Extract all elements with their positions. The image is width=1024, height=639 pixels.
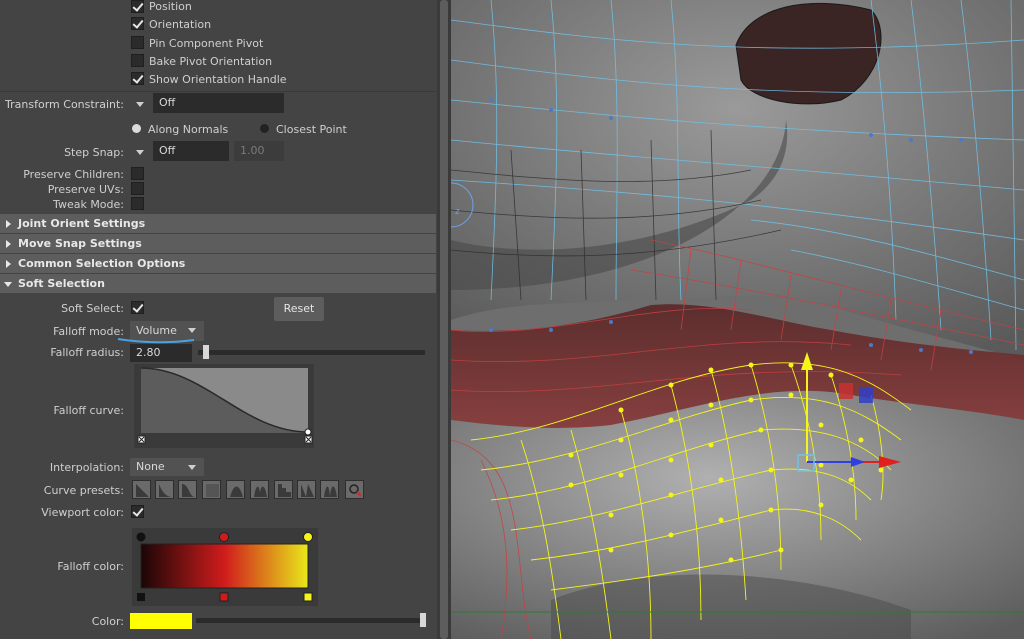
panel-scrollbar[interactable]: [437, 0, 451, 639]
falloff-radius-field[interactable]: 2.80: [130, 344, 192, 362]
viewport-color-checkbox[interactable]: [131, 505, 144, 518]
section-title: Move Snap Settings: [18, 237, 142, 250]
color-label: Color:: [91, 615, 124, 628]
falloff-curve-graph: [137, 367, 313, 444]
section-common-selection-options[interactable]: Common Selection Options: [0, 254, 436, 273]
scrollbar-thumb[interactable]: [440, 0, 448, 639]
step-snap-amount-field[interactable]: 1.00: [234, 141, 284, 161]
falloff-color-gradient: [136, 532, 313, 602]
pin-component-pivot-checkbox[interactable]: [131, 36, 144, 49]
divider: [0, 91, 436, 92]
soft-select-label: Soft Select:: [61, 302, 124, 315]
transform-constraint-dropdown[interactable]: Off: [153, 93, 284, 113]
show-orientation-handle-checkbox[interactable]: [131, 72, 144, 85]
falloff-curve-label: Falloff curve:: [53, 404, 124, 417]
interpolation-label: Interpolation:: [49, 461, 124, 474]
preserve-children-checkbox[interactable]: [131, 167, 144, 180]
falloff-radius-slider-handle[interactable]: [203, 345, 209, 359]
falloff-color-ramp[interactable]: [132, 528, 318, 606]
section-title: Soft Selection: [18, 277, 105, 290]
section-soft-selection[interactable]: Soft Selection: [0, 274, 436, 293]
falloff-radius-slider-track[interactable]: [198, 350, 425, 355]
tweak-mode-label: Tweak Mode:: [53, 198, 124, 211]
pin-component-pivot-label: Pin Component Pivot: [149, 37, 264, 50]
along-normals-label: Along Normals: [148, 123, 229, 136]
falloff-curve-editor[interactable]: [134, 364, 314, 448]
viewport-3d[interactable]: z: [451, 0, 1024, 639]
chevron-right-icon: [6, 260, 11, 268]
section-title: Common Selection Options: [18, 257, 186, 270]
reset-button[interactable]: Reset: [274, 297, 324, 321]
curve-preset-ease[interactable]: [155, 480, 174, 499]
preserve-uvs-label: Preserve UVs:: [47, 183, 124, 196]
curve-preset-custom[interactable]: [345, 480, 364, 499]
preserve-children-label: Preserve Children:: [23, 168, 124, 181]
position-checkbox[interactable]: [131, 0, 144, 13]
chevron-right-icon: [6, 240, 11, 248]
chevron-right-icon: [6, 220, 11, 228]
color-slider-handle[interactable]: [420, 613, 426, 627]
falloff-mode-label: Falloff mode:: [53, 325, 124, 338]
transform-constraint-label: Transform Constraint:: [5, 98, 124, 111]
color-slider-track[interactable]: [196, 618, 425, 623]
curve-preset-flat[interactable]: [202, 480, 221, 499]
show-orientation-handle-label: Show Orientation Handle: [149, 73, 287, 86]
preserve-uvs-checkbox[interactable]: [131, 182, 144, 195]
viewport-color-label: Viewport color:: [41, 506, 124, 519]
bake-pivot-orientation-label: Bake Pivot Orientation: [149, 55, 273, 68]
section-title: Joint Orient Settings: [18, 217, 146, 230]
closest-point-radio[interactable]: [260, 124, 269, 133]
closest-point-label: Closest Point: [276, 123, 347, 136]
color-swatch[interactable]: [130, 613, 192, 629]
chevron-down-icon: [4, 282, 12, 287]
falloff-radius-label: Falloff radius:: [50, 346, 124, 359]
curve-preset-steps[interactable]: [274, 480, 293, 499]
tool-settings-panel: Position Orientation Pin Component Pivot…: [0, 0, 437, 639]
orientation-checkbox[interactable]: [131, 17, 144, 30]
chevron-down-icon[interactable]: [136, 102, 144, 107]
curve-preset-double-bump[interactable]: [250, 480, 269, 499]
along-normals-radio[interactable]: [132, 124, 141, 133]
curve-preset-linear[interactable]: [132, 480, 151, 499]
curve-preset-ramp[interactable]: [297, 480, 316, 499]
curve-preset-wave[interactable]: [320, 480, 339, 499]
chevron-down-icon: [188, 465, 196, 470]
curve-preset-bell[interactable]: [226, 480, 245, 499]
section-joint-orient-settings[interactable]: Joint Orient Settings: [0, 214, 436, 233]
interpolation-value: None: [136, 460, 165, 473]
chevron-down-icon: [188, 328, 196, 333]
falloff-color-label: Falloff color:: [57, 560, 124, 573]
chevron-down-icon[interactable]: [136, 150, 144, 155]
soft-select-checkbox[interactable]: [131, 301, 144, 314]
curve-presets-label: Curve presets:: [43, 484, 124, 497]
mesh-render: z: [451, 0, 1024, 639]
position-label: Position: [149, 0, 192, 13]
svg-text:z: z: [455, 207, 460, 217]
curve-preset-smooth[interactable]: [178, 480, 197, 499]
tweak-mode-checkbox[interactable]: [131, 197, 144, 210]
bake-pivot-orientation-checkbox[interactable]: [131, 54, 144, 67]
section-move-snap-settings[interactable]: Move Snap Settings: [0, 234, 436, 253]
orientation-label: Orientation: [149, 18, 212, 31]
step-snap-dropdown[interactable]: Off: [153, 141, 229, 161]
step-snap-label: Step Snap:: [64, 146, 124, 159]
